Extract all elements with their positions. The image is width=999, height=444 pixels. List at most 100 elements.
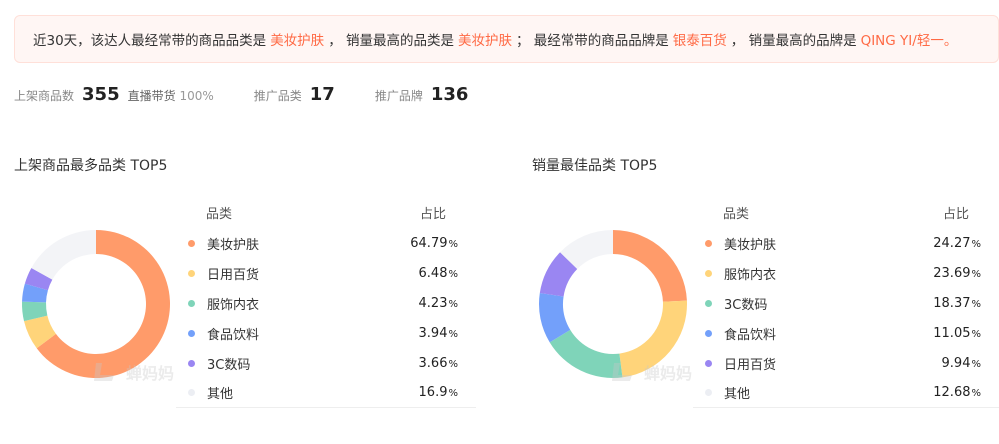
watermark-text: 蝉妈妈 (644, 364, 693, 383)
legend-share-value: 24.27% (933, 236, 981, 251)
legend-category-name: 3C数码 (207, 357, 251, 373)
legend-share-value: 12.68% (933, 385, 981, 400)
legend-share-number: 12.68 (933, 385, 971, 400)
legend-share-number: 3.94 (418, 325, 448, 341)
watermark-logo: 蝉妈妈 (610, 360, 692, 384)
legend-dot-icon (705, 239, 712, 247)
legend-share-unit: % (448, 388, 458, 399)
legend-category-name: 3C数码 (724, 297, 768, 313)
legend-category-name: 其他 (724, 387, 751, 402)
legend-dot-icon (188, 389, 195, 396)
legend-category-name: 其他 (207, 387, 234, 402)
stats-row: 上架商品数 355 直播带货 100% 推广品类 17 推广品牌 136 (14, 84, 476, 110)
legend-share-value: 16.9% (419, 385, 458, 400)
legend-dot-icon (188, 359, 195, 367)
donut-chart-sales (539, 230, 687, 378)
chanmama-logo-icon (94, 363, 114, 381)
legend-header-share: 占比 (419, 206, 446, 222)
legend-dot-icon (705, 359, 712, 367)
promo-brand-value: 136 (430, 84, 469, 105)
legend-share-unit: % (448, 298, 458, 310)
notice-top-brand-link[interactable]: 银泰百货 (669, 29, 731, 49)
legend-listed: 品类 占比 美妆护肤 64.79% 日用百货 6.48% 服饰内衣 4.23% 食品饮料 3.… (176, 196, 476, 408)
legend-row[interactable]: 日用百货 9.94% (693, 348, 999, 378)
live-sales-pct: 100% (179, 89, 214, 103)
legend-category-name: 日用百货 (207, 267, 260, 283)
listed-goods-value: 355 (82, 84, 120, 105)
legend-row[interactable]: 其他 16.9% (176, 378, 476, 408)
legend-share-number: 3.66 (418, 355, 448, 371)
legend-dot-icon (705, 389, 712, 396)
legend-share-value: 3.94% (419, 326, 458, 341)
legend-dot-icon (705, 329, 712, 337)
legend-share-unit: % (971, 298, 981, 310)
legend-dot-icon (188, 299, 195, 307)
legend-category-name: 日用百货 (724, 357, 777, 373)
legend-share-unit: % (448, 328, 458, 340)
legend-share-number: 16.9 (418, 385, 448, 400)
notice-text-1: 近30天，该达人最经常带的商品品类是 (33, 33, 267, 49)
notice-top-category-link[interactable]: 美妆护肤 (266, 29, 328, 49)
promo-brand-label: 推广品牌 (374, 89, 423, 103)
legend-category-name: 服饰内衣 (207, 297, 260, 313)
legend-share-unit: % (971, 328, 981, 340)
legend-share-number: 9.94 (941, 355, 971, 371)
legend-row[interactable]: 日用百货 6.48% (176, 258, 476, 288)
legend-share-value: 9.94% (942, 356, 981, 371)
legend-share-value: 18.37% (933, 296, 981, 311)
legend-row[interactable]: 食品饮料 3.94% (176, 318, 476, 348)
promo-category-value: 17 (309, 84, 335, 105)
donut-slice-5[interactable] (31, 230, 96, 280)
legend-share-number: 6.48 (418, 265, 448, 281)
live-sales-label: 直播带货 (127, 89, 176, 103)
legend-share-value: 6.48% (419, 266, 458, 281)
notice-best-brand-link[interactable]: QING YI/轻一。 (857, 29, 962, 49)
legend-dot-icon (705, 299, 712, 307)
legend-dot-icon (188, 329, 195, 337)
notice-text-2: ， 销量最高的品类是 (328, 33, 454, 49)
legend-row[interactable]: 食品饮料 11.05% (693, 318, 999, 348)
promo-category-label: 推广品类 (253, 89, 302, 103)
legend-share-unit: % (448, 268, 458, 280)
legend-row[interactable]: 3C数码 3.66% (176, 348, 476, 378)
legend-share-value: 64.79% (410, 236, 458, 251)
legend-row[interactable]: 3C数码 18.37% (693, 288, 999, 318)
legend-header-share: 占比 (942, 206, 969, 222)
donut-slice-0[interactable] (613, 230, 687, 302)
legend-share-number: 11.05 (933, 325, 971, 341)
legend-share-number: 4.23 (418, 295, 448, 311)
legend-row[interactable]: 服饰内衣 23.69% (693, 258, 999, 288)
legend-category-name: 美妆护肤 (207, 237, 260, 253)
legend-row[interactable]: 美妆护肤 64.79% (176, 228, 476, 258)
legend-share-number: 64.79 (410, 235, 448, 251)
notice-best-category-link[interactable]: 美妆护肤 (454, 29, 516, 49)
legend-share-value: 11.05% (933, 326, 981, 341)
legend-header: 品类 占比 (693, 196, 999, 228)
legend-header-category: 品类 (723, 206, 750, 222)
legend-share-value: 4.23% (419, 296, 458, 311)
legend-share-number: 23.69 (933, 265, 971, 281)
donut-chart-listed (22, 230, 170, 378)
notice-text-4: ， 销量最高的品牌是 (730, 33, 857, 49)
legend-share-value: 3.66% (419, 356, 458, 371)
legend-share-number: 24.27 (933, 235, 971, 251)
legend-share-value: 23.69% (933, 266, 981, 281)
notice-text-3: ； 最经常带的商品品牌是 (515, 33, 669, 49)
watermark-logo: 蝉妈妈 (92, 360, 174, 384)
legend-header-category: 品类 (206, 206, 233, 222)
legend-sales: 品类 占比 美妆护肤 24.27% 服饰内衣 23.69% 3C数码 18.37% 食品饮料… (693, 196, 999, 408)
chart-title-listed: 上架商品最多品类 TOP5 (14, 158, 168, 174)
legend-row[interactable]: 服饰内衣 4.23% (176, 288, 476, 318)
legend-dot-icon (188, 239, 195, 247)
listed-goods-label: 上架商品数 (14, 89, 75, 103)
legend-share-unit: % (448, 358, 458, 370)
legend-category-name: 食品饮料 (207, 327, 260, 343)
legend-category-name: 食品饮料 (724, 327, 777, 343)
legend-share-unit: % (448, 238, 458, 250)
watermark-text: 蝉妈妈 (126, 364, 175, 383)
legend-share-unit: % (971, 358, 981, 370)
legend-dot-icon (188, 269, 195, 277)
legend-category-name: 美妆护肤 (724, 237, 777, 253)
legend-row[interactable]: 其他 12.68% (693, 378, 999, 408)
legend-row[interactable]: 美妆护肤 24.27% (693, 228, 999, 258)
